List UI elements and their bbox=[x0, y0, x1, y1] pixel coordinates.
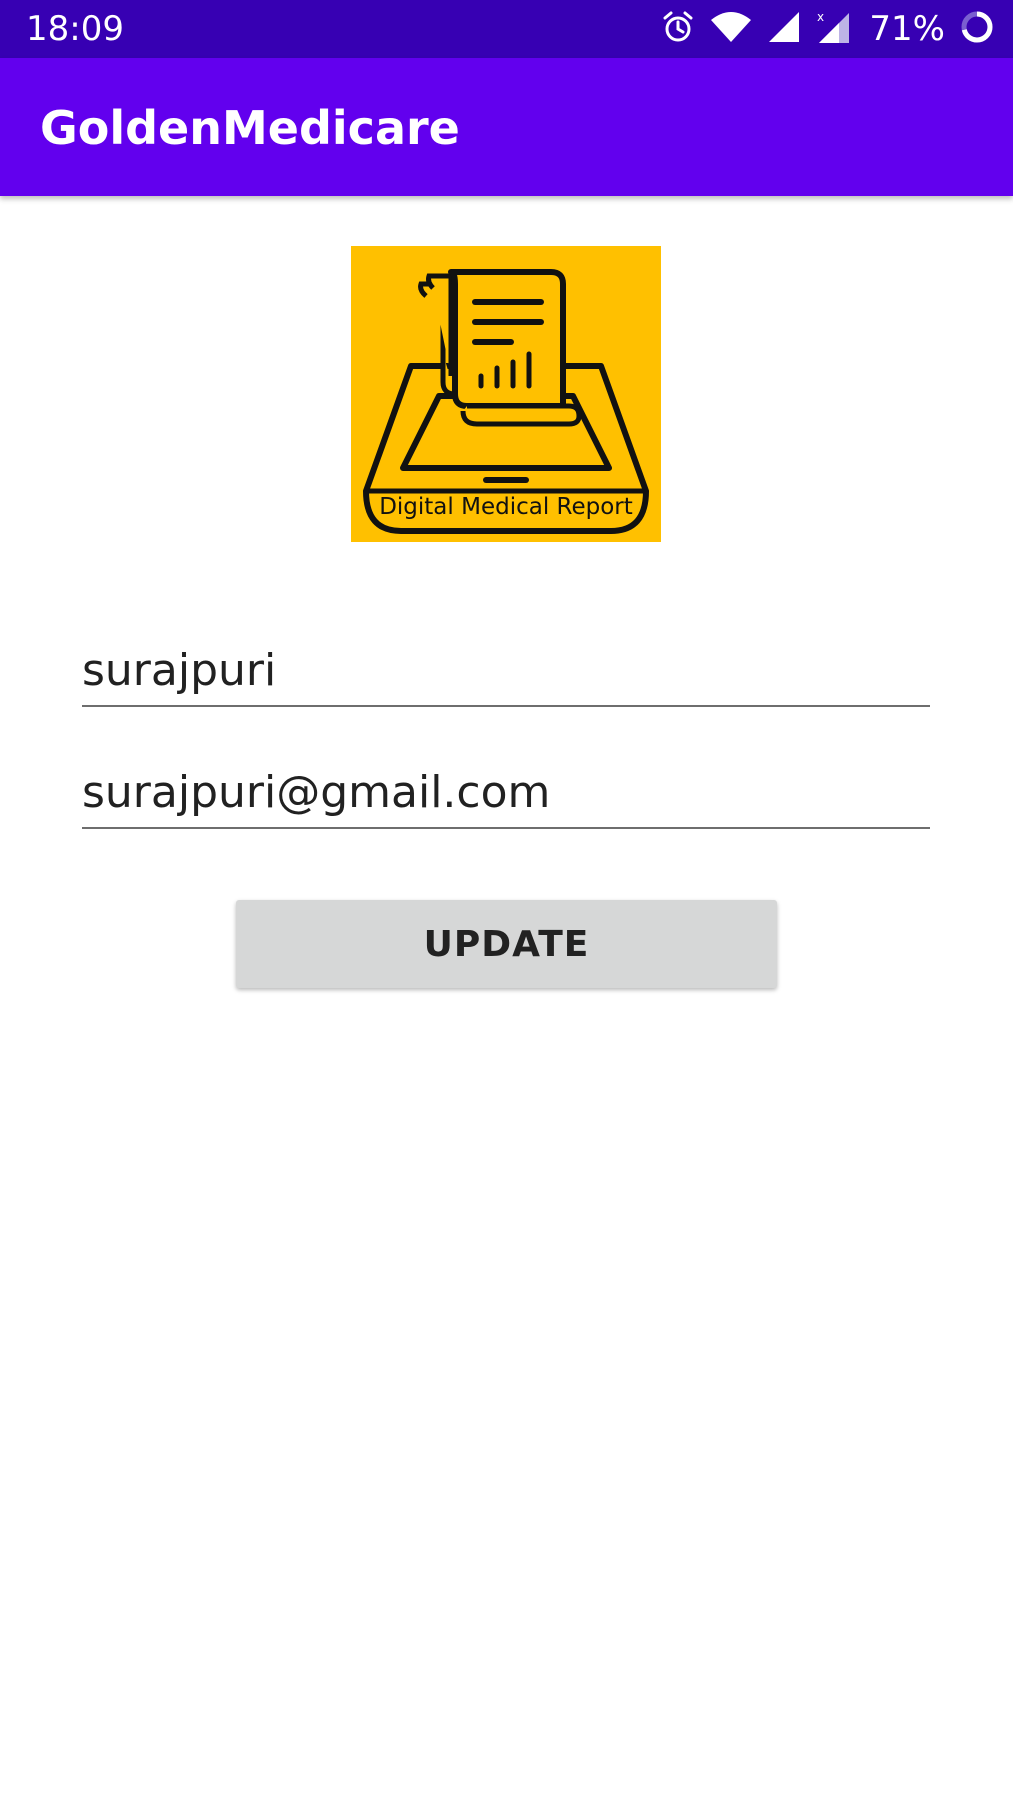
status-time: 18:09 bbox=[26, 9, 124, 49]
update-button[interactable]: UPDATE bbox=[236, 900, 777, 988]
email-field[interactable]: surajpuri@gmail.com bbox=[82, 765, 930, 829]
signal-icon bbox=[767, 10, 801, 48]
svg-text:x: x bbox=[817, 10, 824, 24]
status-bar: 18:09 x 71% bbox=[0, 0, 1013, 58]
app-title: GoldenMedicare bbox=[40, 101, 460, 155]
email-field-value[interactable]: surajpuri@gmail.com bbox=[82, 765, 930, 821]
battery-ring-icon bbox=[959, 9, 995, 49]
status-icons: x 71% bbox=[661, 8, 995, 50]
app-bar: GoldenMedicare bbox=[0, 58, 1013, 196]
logo-caption: Digital Medical Report bbox=[379, 494, 633, 520]
battery-percent: 71% bbox=[869, 9, 945, 49]
signal-no-data-icon: x bbox=[815, 9, 851, 49]
wifi-icon bbox=[709, 10, 753, 48]
name-field-value[interactable]: surajpuri bbox=[82, 643, 930, 699]
digital-medical-report-logo: Digital Medical Report bbox=[351, 246, 661, 542]
alarm-icon bbox=[661, 10, 695, 48]
update-profile-screen: 18:09 x 71% GoldenMedicare Digital Medic… bbox=[0, 0, 1013, 1801]
name-field[interactable]: surajpuri bbox=[82, 643, 930, 707]
update-button-label: UPDATE bbox=[423, 923, 590, 965]
